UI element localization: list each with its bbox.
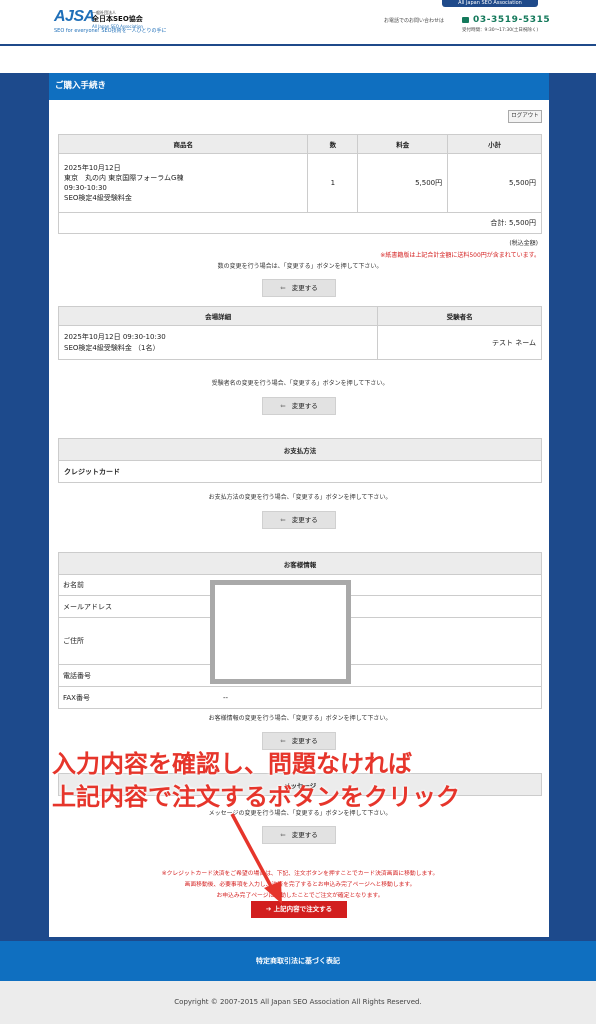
annotation-line2: 上記内容で注文するボタンをクリック: [52, 783, 460, 811]
annotation-line1: 入力内容を確認し、問題なければ: [52, 750, 412, 778]
copyright: Copyright © 2007-2015 All Japan SEO Asso…: [0, 981, 596, 1024]
tokushoho-link[interactable]: 特定商取引法に基づく表記: [0, 941, 596, 981]
annotation-arrow: [230, 813, 282, 904]
